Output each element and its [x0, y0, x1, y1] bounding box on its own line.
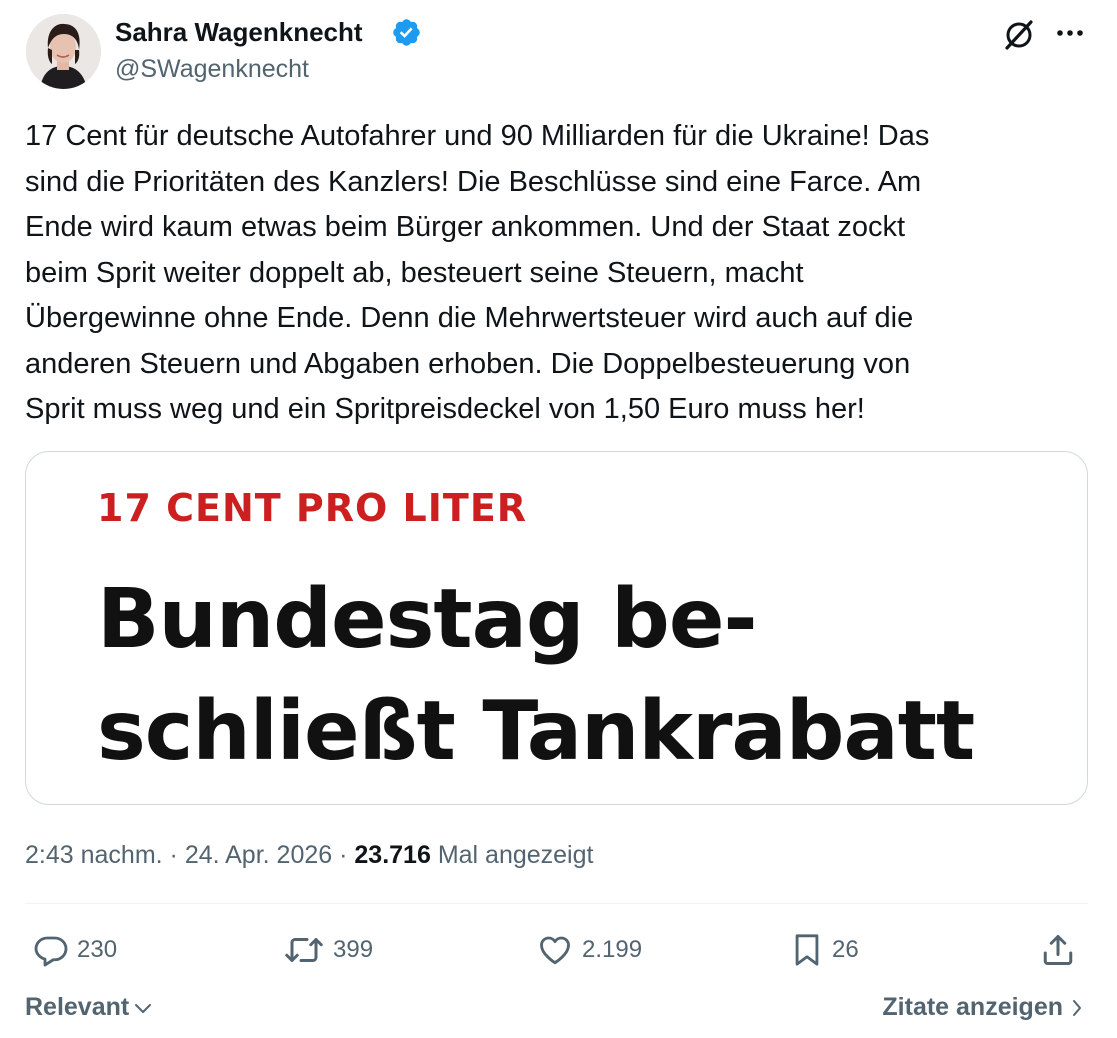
chevron-right-icon: [1073, 999, 1081, 1016]
media-image-card[interactable]: 17 CENT PRO LITER Bundestag be- schließt…: [25, 451, 1088, 805]
bookmark-count: 26: [832, 936, 859, 963]
divider: [25, 903, 1088, 904]
reply-icon: [34, 936, 68, 967]
quotes-label: Zitate anzeigen: [882, 993, 1063, 1021]
views-label: Mal angezeigt: [437, 841, 594, 869]
meta-separator: ·: [332, 841, 355, 869]
author-handle[interactable]: @SWagenknecht: [115, 53, 309, 85]
tweet-time[interactable]: 2:43 nachm.: [25, 841, 163, 869]
tweet-detail: Sahra Wagenknecht @SWagenknecht 17 Cent …: [0, 0, 1117, 1038]
repost-icon: [285, 938, 323, 962]
more-icon[interactable]: [1052, 18, 1088, 48]
like-button[interactable]: 2.199: [536, 928, 642, 972]
media-kicker: 17 CENT PRO LITER: [97, 486, 528, 530]
view-quotes-link[interactable]: Zitate anzeigen: [882, 993, 1083, 1022]
heart-icon: [540, 936, 570, 965]
tweet-meta: 2:43 nachm. · 24. Apr. 2026 · 23.716 Mal…: [25, 838, 593, 872]
chevron-down-icon: [135, 1003, 152, 1013]
views-count: 23.716: [354, 841, 431, 869]
bookmark-icon: [795, 934, 819, 966]
sort-dropdown[interactable]: Relevant: [25, 993, 153, 1022]
author-name[interactable]: Sahra Wagenknecht: [115, 15, 363, 49]
sort-label: Relevant: [25, 993, 130, 1021]
media-headline: Bundestag be- schließt Tankrabatt: [97, 572, 975, 779]
avatar[interactable]: [26, 14, 101, 89]
bookmark-button[interactable]: 26: [790, 928, 859, 972]
meta-separator: ·: [162, 841, 185, 869]
tweet-date[interactable]: 24. Apr. 2026: [185, 841, 332, 869]
repost-button[interactable]: 399: [283, 928, 373, 972]
tweet-text: 17 Cent für deutsche Autofahrer und 90 M…: [25, 120, 930, 425]
reply-button[interactable]: 230: [33, 928, 117, 972]
grok-icon[interactable]: [1000, 15, 1038, 53]
reply-count: 230: [77, 936, 118, 963]
avatar-image: [26, 14, 101, 89]
share-button[interactable]: [1040, 928, 1076, 972]
repost-count: 399: [333, 936, 374, 963]
verified-badge-icon[interactable]: [391, 17, 422, 48]
share-icon: [1043, 935, 1073, 965]
like-count: 2.199: [582, 936, 643, 963]
